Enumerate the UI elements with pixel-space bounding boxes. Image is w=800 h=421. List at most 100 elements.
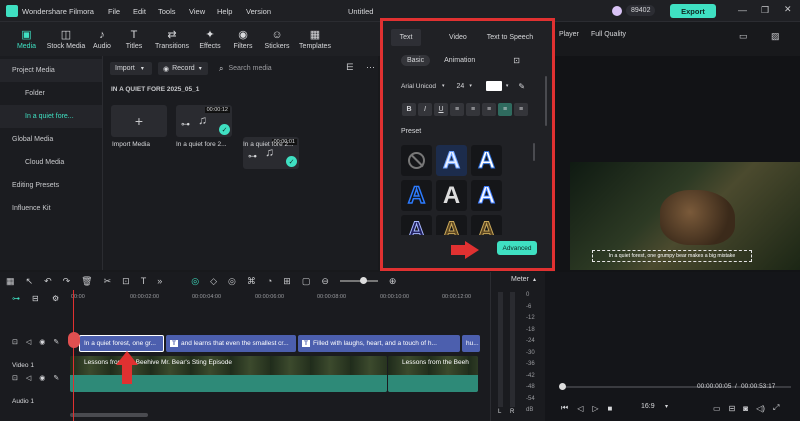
speed-icon[interactable]: ◔ [267,276,272,286]
font-color-swatch[interactable] [485,81,502,91]
import-media-tile[interactable]: + [111,105,167,137]
menu-file[interactable]: File [108,7,120,16]
sidebar-item-influence-kit[interactable]: Influence Kit [0,197,102,220]
split-icon[interactable]: ✂ [104,276,112,287]
image-icon[interactable]: ▨ [771,31,780,42]
tab-audio[interactable]: ♪ Audio [87,22,117,56]
track-settings-icon[interactable]: ⚙ [52,294,59,303]
edit-icon[interactable]: ✎ [53,338,59,346]
sidebar-item-global-media[interactable]: Global Media [0,128,102,151]
prev-frame-icon[interactable]: ⏮ [561,403,568,413]
tab-video[interactable]: Video [449,34,467,41]
align-right-icon[interactable]: ≡ [482,103,496,116]
caption-box[interactable]: In a quiet forest, one grumpy bear makes… [592,250,752,262]
delete-icon[interactable]: 🗑 [81,276,92,287]
save-preset-icon[interactable]: ⊡ [513,56,520,65]
crop-icon[interactable]: ⊡ [122,276,130,287]
render-icon[interactable]: ⊞ [283,276,291,287]
menu-view[interactable]: View [189,7,205,16]
video-preview[interactable]: In a quiet forest, one grumpy bear makes… [570,162,800,270]
timeline-scrollbar[interactable] [70,413,148,417]
play-icon[interactable]: ▷ [592,404,598,413]
render-preview-icon[interactable]: ⊟ [729,404,736,413]
preset-none[interactable] [401,145,432,176]
text-clip-4[interactable]: hu... [462,335,480,352]
text-clip-1[interactable]: In a quiet forest, one gr... [79,335,164,352]
preset-scrollbar[interactable] [533,143,535,161]
tab-media[interactable]: ▣ Media [8,22,45,56]
volume-icon[interactable]: ◁) [756,404,765,413]
subtab-animation[interactable]: Animation [444,57,475,64]
align-left-icon[interactable]: ≡ [450,103,464,116]
italic-button[interactable]: I [418,103,432,116]
undo-icon[interactable]: ↶ [44,276,52,287]
text-clip-2[interactable]: T and learns that even the smallest cr..… [166,335,296,352]
align-center-icon[interactable]: ≡ [466,103,480,116]
eye-icon[interactable]: ◉ [39,374,45,382]
display-icon[interactable]: ▭ [713,404,721,413]
snapshot-icon[interactable]: ▭ [739,31,748,42]
tab-text-to-speech[interactable]: Text to Speech [487,34,533,41]
add-track-icon[interactable]: ⊶ [12,294,20,303]
align-justify-all-icon[interactable]: ≡ [514,103,528,116]
playhead-handle[interactable] [68,332,80,348]
credits-count[interactable]: 89402 [626,5,656,16]
preset-style-5[interactable]: A [471,180,502,211]
zoom-out-icon[interactable]: ⊖ [321,276,329,287]
speaker-icon[interactable]: ◁ [26,338,31,346]
sidebar-item-editing-presets[interactable]: Editing Presets [0,174,102,197]
menu-version[interactable]: Version [246,7,271,16]
record-dropdown[interactable]: ◉ Record ▾ [158,62,208,75]
step-back-icon[interactable]: ◁ [577,404,583,413]
sidebar-item-project-media[interactable]: Project Media [0,59,102,82]
more-tools-icon[interactable]: » [157,276,162,286]
tab-templates[interactable]: ▦ Templates [295,22,335,56]
import-dropdown[interactable]: Import ▾ [110,62,152,75]
align-justify-icon[interactable]: ≡ [498,103,512,116]
sidebar-item-quiet-forest[interactable]: In a quiet fore... [0,105,102,128]
preset-style-4[interactable]: A [436,180,467,211]
quality-select[interactable]: Full Quality [591,31,626,38]
edit-icon[interactable]: ✎ [53,374,59,382]
eye-icon[interactable]: ◉ [39,338,45,346]
text-icon[interactable]: T [141,276,147,286]
preset-style-1[interactable]: A [436,145,467,176]
tab-text[interactable]: Text [391,29,421,46]
tab-stickers[interactable]: ☺ Stickers [259,22,295,56]
voice-icon[interactable]: ⌘ [247,276,256,287]
preset-style-6[interactable]: A [401,215,432,235]
maximize-icon[interactable]: ❐ [761,5,769,16]
text-clip-3[interactable]: T Filled with laughs, heart, and a touch… [298,335,460,352]
zoom-fit-icon[interactable]: ▢ [302,276,311,287]
media-clip-1[interactable]: 00:00:12 ⊶ ♫ ✓ [176,105,232,137]
snapshot-camera-icon[interactable]: ◙ [743,404,748,413]
font-size-select[interactable]: 24 [457,83,465,90]
preset-style-8[interactable]: A [471,215,502,235]
menu-edit[interactable]: Edit [133,7,146,16]
eyedropper-icon[interactable]: ✎ [518,82,525,91]
aspect-ratio-select[interactable]: 16:9 [641,403,655,410]
speaker-icon[interactable]: ◁ [26,374,31,382]
sidebar-item-cloud-media[interactable]: Cloud Media [0,151,102,174]
progress-handle[interactable] [559,383,566,390]
search-box[interactable]: ⌕ Search media [215,62,340,75]
pointer-icon[interactable]: ↖ [26,276,34,287]
underline-button[interactable]: U [434,103,448,116]
link-icon[interactable]: ⊟ [32,294,39,303]
fullscreen-icon[interactable]: ⤢ [773,403,779,413]
playhead[interactable] [73,290,74,421]
subtab-basic[interactable]: Basic [401,54,431,66]
select-tool-icon[interactable]: ▦ [6,276,15,287]
more-icon[interactable]: ⋯ [366,62,375,73]
minimize-icon[interactable]: — [738,5,747,15]
search-input[interactable]: Search media [228,65,271,72]
tab-effects[interactable]: ✦ Effects [193,22,227,56]
preset-style-2[interactable]: A [471,145,502,176]
menu-tools[interactable]: Tools [158,7,176,16]
tab-titles[interactable]: T Titles [117,22,151,56]
bold-button[interactable]: B [402,103,416,116]
zoom-slider[interactable] [339,277,378,284]
close-icon[interactable]: ✕ [784,4,792,15]
filter-icon[interactable]: ⋿ [346,62,354,73]
preset-style-7[interactable]: A [436,215,467,235]
